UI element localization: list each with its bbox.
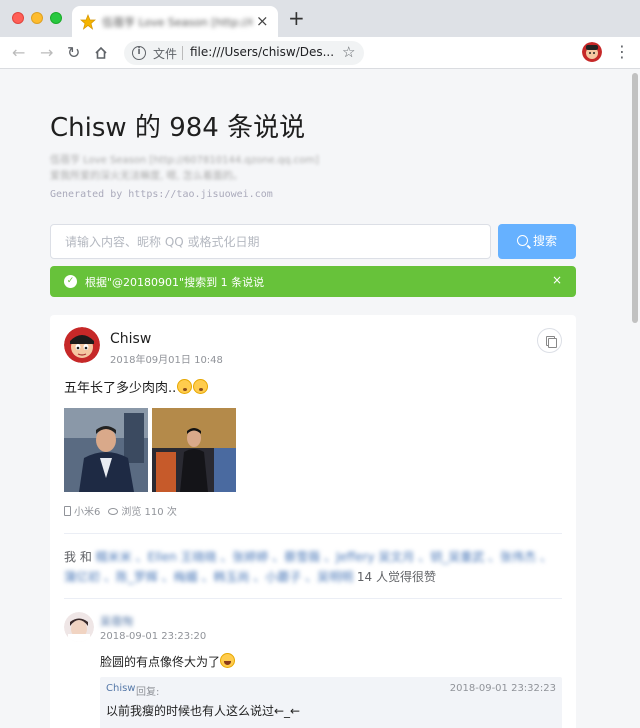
info-icon[interactable]: i [132,46,146,60]
back-arrow-icon[interactable]: ← [12,43,25,63]
alert-close-icon[interactable]: × [552,273,562,287]
alert-text: 根据"@20180901"搜索到 1 条说说 [85,276,265,289]
search-button[interactable]: 搜索 [498,224,576,259]
post-meta: 小米6 浏览 110 次 [64,503,177,518]
eye-icon [108,508,119,515]
reply-author[interactable]: Chisw [106,683,136,694]
omnibox-divider [182,46,183,60]
author-avatar[interactable] [64,327,100,363]
likes-names[interactable]: 糯米米 、Ellen 王晓晓 、张婷婷 、蔡雪薇 、Jeffery 吴文月 、钥… [64,550,552,584]
reply-box: Chisw 回复: 2018-09-01 23:32:23 以前我瘦的时候也有人… [100,677,562,728]
omnibox-scheme-label: 文件 [153,47,178,61]
tab-title: 伍蓓亨 Love Season [http://607810144.qzone.… [102,16,252,29]
home-icon[interactable] [94,46,108,60]
likes-prefix: 我 和 [64,550,92,564]
reply-text: 以前我瘦的时候也有人这么说过←_← [106,704,301,718]
likes-count: 14 人觉得很赞 [356,570,436,584]
zoom-window-button[interactable] [50,12,62,24]
url-text[interactable]: file:///Users/chisw/Des... [190,45,334,59]
commenter-avatar[interactable] [64,612,94,642]
divider [64,533,562,534]
comment-text: 脸圆的有点像佟大为了 [100,653,236,670]
post-views: 浏览 110 次 [121,507,177,518]
post-text-content: 五年长了多少肉肉.. [64,381,177,396]
page-subtitle-line1: 伍蓓亨 Love Season [http://607810144.qzone.… [50,155,319,166]
close-window-button[interactable] [12,12,24,24]
comment-time: 2018-09-01 23:23:20 [100,631,207,642]
minimize-window-button[interactable] [31,12,43,24]
search-icon [516,235,528,246]
laugh-emoji-icon [220,653,236,668]
browser-tab[interactable]: 伍蓓亨 Love Season [http://607810144.qzone.… [72,6,278,37]
new-tab-button[interactable]: + [288,8,305,28]
comment-text-content: 脸圆的有点像佟大为了 [100,655,221,669]
blush-emoji-icon [177,379,193,394]
browser-toolbar: ← → ↻ i 文件 file:///Users/chisw/Des... ☆ … [0,37,640,69]
post-time: 2018年09月01日 10:48 [110,355,223,366]
profile-avatar[interactable] [582,42,602,62]
post-device: 小米6 [74,507,101,518]
more-menu-icon[interactable]: ⋮ [614,41,630,63]
likes-list: 我 和 糯米米 、Ellen 王晓晓 、张婷婷 、蔡雪薇 、Jeffery 吴文… [64,547,562,587]
post-text: 五年长了多少肉肉.. [64,377,209,396]
page-title: Chisw 的 984 条说说 [50,113,306,143]
reply-time: 2018-09-01 23:32:23 [449,683,556,694]
author-name[interactable]: Chisw [110,331,151,347]
check-circle-icon: ✓ [64,275,77,288]
phone-icon [64,506,71,516]
search-button-label: 搜索 [532,234,557,248]
commenter-name[interactable]: 吴蓓恂 [100,613,133,629]
page-subtitle-line2: 爱我所爱的深火无法嘛度, 嗯, 怎么着面的。 [50,171,243,182]
star-favicon-icon [80,14,96,30]
reload-icon[interactable]: ↻ [67,43,80,63]
forward-arrow-icon[interactable]: → [40,43,53,63]
blush-emoji-icon [193,379,209,394]
scrollbar-thumb[interactable] [632,73,638,323]
generated-by-text: Generated by https://tao.jisuowei.com [50,189,273,200]
page-content: Chisw 的 984 条说说 伍蓓亨 Love Season [http://… [0,69,640,728]
post-photo-1[interactable] [64,408,148,492]
search-result-alert: ✓ 根据"@20180901"搜索到 1 条说说 × [50,266,576,297]
post-card: Chisw 2018年09月01日 10:48 五年长了多少肉肉.. 小米6 浏览… [50,315,576,728]
tab-close-icon[interactable]: × [256,11,269,31]
tab-strip: 伍蓓亨 Love Season [http://607810144.qzone.… [0,0,640,37]
reply-label: 回复: [136,687,160,698]
search-input[interactable] [50,224,491,259]
post-photo-2[interactable] [152,408,236,492]
address-bar[interactable]: i 文件 file:///Users/chisw/Des... ☆ [124,41,364,65]
divider [64,598,562,599]
copy-icon[interactable] [537,328,562,353]
bookmark-star-icon[interactable]: ☆ [342,43,355,61]
